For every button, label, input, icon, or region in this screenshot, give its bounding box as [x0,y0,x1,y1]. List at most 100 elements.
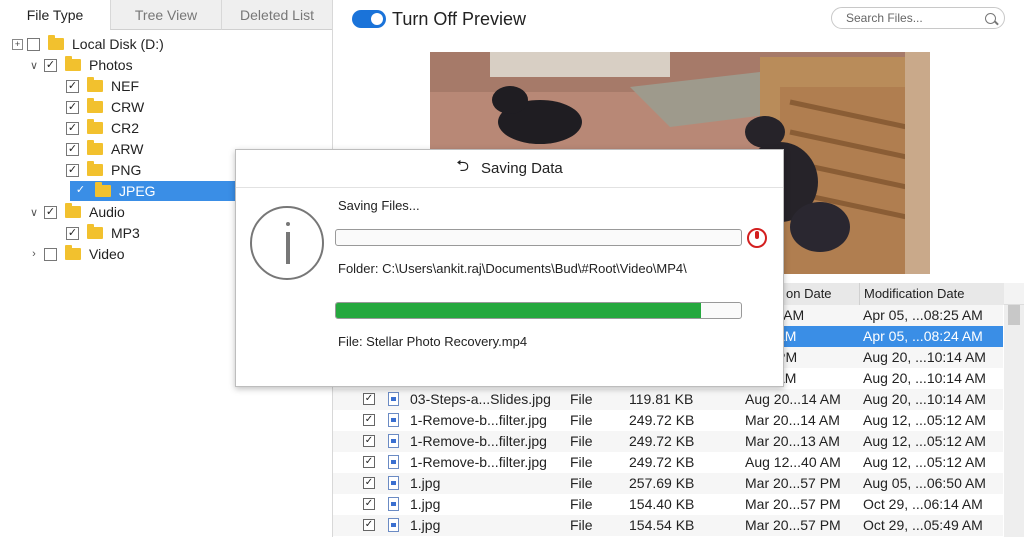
cell-size: 154.54 KB [629,517,695,533]
tree-node-label: Video [89,246,125,262]
tree-node-crw[interactable]: ✓ CRW [50,97,340,117]
tree-node-label: Photos [89,57,133,73]
cell-type: File [570,433,593,449]
folder-path: Folder: C:\Users\ankit.raj\Documents\Bud… [338,261,687,276]
cell-name: 1.jpg [410,496,441,512]
file-icon [388,476,399,490]
checkbox-icon[interactable]: ✓ [74,184,87,198]
tree-node-cr2[interactable]: ✓ CR2 [50,118,340,138]
cell-size: 257.69 KB [629,475,695,491]
cell-type: File [570,517,593,533]
table-row[interactable]: ✓ 03-Steps-a...Slides.jpg File 119.81 KB Aug… [333,389,1003,410]
cell-modified: Aug 12, ...05:12 AM [863,454,986,470]
chevron-down-icon[interactable]: ∨ [28,59,40,72]
stop-icon[interactable] [747,228,767,248]
info-icon [250,206,324,280]
file-progress-bar [335,302,742,319]
checkbox-icon[interactable]: ✓ [66,226,79,240]
column-modification-date[interactable]: Modification Date [859,283,1004,305]
tree-node-label: Local Disk (D:) [72,36,164,52]
checkbox-icon[interactable]: ✓ [44,58,57,72]
row-checkbox[interactable]: ✓ [363,393,375,405]
row-checkbox[interactable]: ✓ [363,477,375,489]
file-icon [388,497,399,511]
folder-icon [87,98,103,113]
checkbox-icon[interactable] [44,247,57,261]
file-progress-fill [336,303,701,318]
table-row[interactable]: ✓ 1-Remove-b...filter.jpg File 249.72 KB Aug… [333,452,1003,473]
row-checkbox[interactable]: ✓ [363,519,375,531]
cell-created: Mar 20...13 AM [745,433,840,449]
folder-icon [65,203,81,218]
saving-dialog: ⮌ Saving Data Saving Files... Folder: C:… [235,149,784,387]
table-scrollbar[interactable] [1004,305,1024,537]
folder-tree: + Local Disk (D:) ∨ ✓ Photos ✓ NEF ✓ CRW ✓ CR2 ✓ ARW… [0,30,332,262]
file-icon [388,392,399,406]
preview-toggle[interactable] [352,10,386,28]
cell-modified: Apr 05, ...08:25 AM [863,307,983,323]
table-row[interactable]: ✓ 1-Remove-b...filter.jpg File 249.72 KB Mar… [333,410,1003,431]
cell-size: 154.40 KB [629,496,695,512]
checkbox-icon[interactable]: ✓ [66,142,79,156]
tab-tree-view[interactable]: Tree View [110,0,221,30]
tab-file-type[interactable]: File Type [0,0,110,30]
dialog-title-bar: ⮌ Saving Data [236,150,783,188]
checkbox-icon[interactable]: ✓ [66,100,79,114]
tree-node-nef[interactable]: ✓ NEF [50,76,340,96]
table-row[interactable]: ✓ 1.jpg File 154.54 KB Mar 20...57 PM Oct 29,… [333,515,1003,536]
current-file: File: Stellar Photo Recovery.mp4 [338,334,528,349]
row-checkbox[interactable]: ✓ [363,435,375,447]
cell-modified: Oct 29, ...05:49 AM [863,517,983,533]
tree-node-jpeg[interactable]: ✓ JPEG [70,181,235,201]
table-row[interactable]: ✓ 1-Remove-b...filter.jpg File 249.72 KB Mar… [333,431,1003,452]
table-row[interactable]: ✓ 1.jpg File 257.69 KB Mar 20...57 PM Aug 05,… [333,473,1003,494]
column-creation-date[interactable]: on Date [781,283,859,305]
folder-progress-bar [335,229,742,246]
cell-type: File [570,412,593,428]
checkbox-icon[interactable] [27,37,40,51]
table-row[interactable]: ✓ 1.jpg File 154.40 KB Mar 20...57 PM Oct 29,… [333,494,1003,515]
folder-icon [65,56,81,71]
folder-icon [87,77,103,92]
chevron-down-icon[interactable]: ∨ [28,206,40,219]
tab-bar: File Type Tree View Deleted List [0,0,332,30]
tree-node-label: CR2 [111,120,140,136]
chevron-right-icon[interactable]: › [28,248,40,260]
expand-collapse-icon[interactable]: + [12,38,23,50]
scrollbar-thumb[interactable] [1008,305,1020,325]
cell-size: 249.72 KB [629,433,695,449]
checkbox-icon[interactable]: ✓ [44,205,57,219]
folder-icon [87,119,103,134]
tree-node-local-disk-d[interactable]: + Local Disk (D:) [6,34,296,54]
cell-modified: Aug 20, ...10:14 AM [863,349,986,365]
tree-node-label: JPEG [119,183,156,199]
checkbox-icon[interactable]: ✓ [66,121,79,135]
saving-files-label: Saving Files... [338,198,420,213]
cell-created: Mar 20...57 PM [745,517,841,533]
tree-node-label: Audio [89,204,125,220]
cell-type: File [570,454,593,470]
tab-deleted-list[interactable]: Deleted List [221,0,332,30]
folder-icon [87,161,103,176]
cell-modified: Oct 29, ...06:14 AM [863,496,983,512]
cell-name: 1-Remove-b...filter.jpg [410,412,547,428]
folder-icon [65,245,81,260]
preview-toggle-label: Turn Off Preview [392,9,527,29]
folder-icon [87,140,103,155]
checkbox-icon[interactable]: ✓ [66,163,79,177]
row-checkbox[interactable]: ✓ [363,414,375,426]
search-input[interactable]: Search Files... [831,7,1005,29]
checkbox-icon[interactable]: ✓ [66,79,79,93]
back-arrow-icon[interactable]: ⮌ [456,155,469,182]
cell-type: File [570,496,593,512]
dialog-title: Saving Data [481,160,563,177]
row-checkbox[interactable]: ✓ [363,498,375,510]
cell-name: 1.jpg [410,517,441,533]
row-checkbox[interactable]: ✓ [363,456,375,468]
search-icon[interactable] [985,12,996,24]
folder-icon [95,182,111,197]
folder-icon [48,35,64,50]
tree-node-photos[interactable]: ∨ ✓ Photos [28,55,318,75]
cell-size: 249.72 KB [629,454,695,470]
cell-modified: Aug 12, ...05:12 AM [863,412,986,428]
